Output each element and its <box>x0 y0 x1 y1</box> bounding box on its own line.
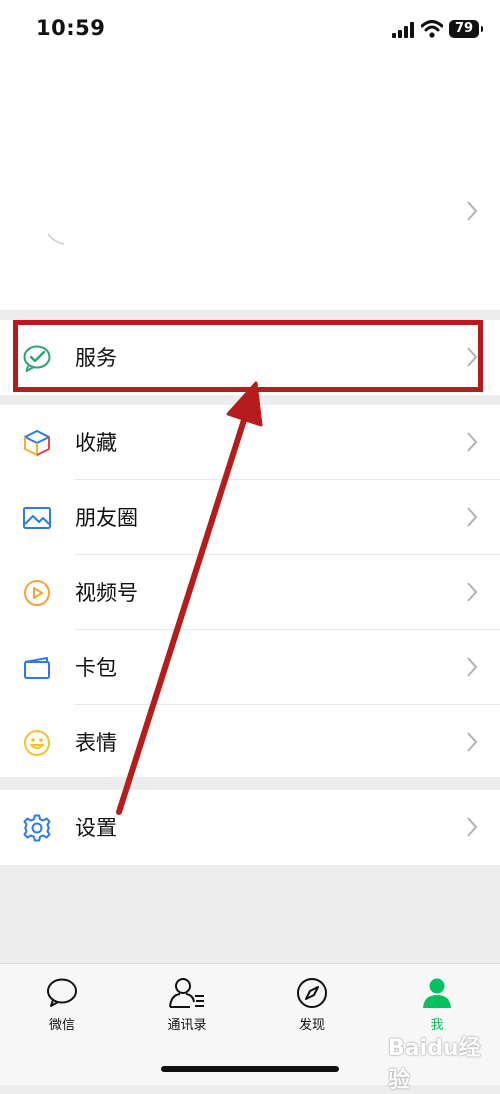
tab-chats[interactable]: 微信 <box>12 976 112 1033</box>
tab-label: 微信 <box>48 1018 75 1033</box>
tab-me[interactable]: 我 <box>387 976 487 1033</box>
chevron-right-icon <box>467 201 478 221</box>
menu-item-favorites[interactable]: 收藏 <box>0 405 500 480</box>
chevron-right-icon <box>467 582 478 602</box>
contacts-icon <box>169 978 204 1008</box>
tab-label: 通讯录 <box>167 1018 207 1033</box>
tab-discover[interactable]: 发现 <box>262 976 362 1033</box>
menu-item-label: 设置 <box>75 816 117 840</box>
favorites-cube-icon <box>24 430 50 456</box>
watermark: Baidu经验 <box>388 1036 481 1093</box>
channels-play-icon <box>24 580 50 606</box>
wifi-icon <box>421 20 443 38</box>
chat-bubble-icon <box>47 978 77 1007</box>
menu-item-label: 表情 <box>75 731 117 755</box>
sticker-smile-icon <box>24 730 50 756</box>
settings-group: 设置 <box>0 790 500 865</box>
menu-item-label: 卡包 <box>75 656 117 680</box>
tab-label: 发现 <box>298 1018 325 1033</box>
menu-item-stickers[interactable]: 表情 <box>0 705 500 780</box>
menu-item-moments[interactable]: 朋友圈 <box>0 480 500 555</box>
menu-item-label: 视频号 <box>75 581 138 605</box>
tab-contacts[interactable]: 通讯录 <box>137 976 237 1033</box>
cellular-signal-icon <box>392 22 414 38</box>
menu-item-label: 收藏 <box>75 431 117 455</box>
menu-item-channels[interactable]: 视频号 <box>0 555 500 630</box>
menu-item-card-wallet[interactable]: 卡包 <box>0 630 500 705</box>
moments-photo-icon <box>23 507 51 529</box>
compass-icon <box>297 978 327 1008</box>
chevron-right-icon <box>467 817 478 837</box>
battery-indicator: 79 <box>449 20 483 38</box>
gear-icon <box>23 814 51 842</box>
status-bar: 10:59 79 <box>0 0 500 60</box>
chevron-right-icon <box>467 507 478 527</box>
menu-item-settings[interactable]: 设置 <box>0 790 500 865</box>
profile-header[interactable] <box>0 60 500 310</box>
me-person-icon <box>423 978 451 1008</box>
chevron-right-icon <box>467 732 478 752</box>
chevron-right-icon <box>467 657 478 677</box>
menu-group: 收藏 朋友圈 视频号 卡包 表情 <box>0 405 500 777</box>
home-indicator[interactable] <box>161 1066 339 1072</box>
faint-mark-icon <box>47 233 65 245</box>
status-time: 10:59 <box>36 16 106 40</box>
card-wallet-icon <box>24 657 50 679</box>
chevron-right-icon <box>467 432 478 452</box>
menu-item-label: 朋友圈 <box>75 506 138 530</box>
annotation-highlight-box <box>13 320 483 392</box>
